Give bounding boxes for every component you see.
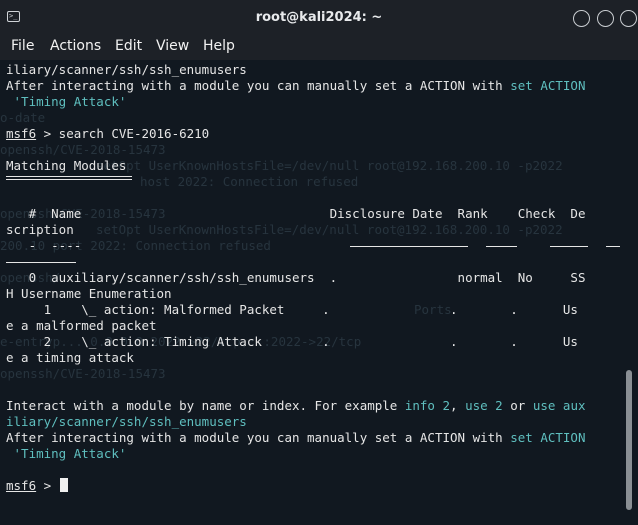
prompt-label: msf6: [6, 478, 37, 493]
menu-file[interactable]: File: [11, 38, 34, 54]
text-cursor: [59, 478, 68, 492]
table-row: 0 auxiliary/scanner/ssh/ssh_enumusers . …: [6, 270, 586, 285]
table-row: 1 \_ action: Malformed Packet . . . Us: [6, 302, 578, 317]
ghost-line: o-date: [0, 110, 46, 125]
column-underline: [606, 246, 620, 247]
output-line: After interacting with a module you can …: [6, 78, 586, 93]
ghost-line: setOpt UserKnownHostsFile=/dev/null root…: [96, 222, 563, 237]
prompt-label: msf6: [6, 126, 37, 141]
minimize-button[interactable]: [573, 10, 590, 27]
table-row-wrap: e a timing attack: [6, 350, 134, 365]
command-prompt[interactable]: msf6 >: [6, 478, 68, 494]
table-header-dashes: - ----: [6, 238, 82, 253]
scrollbar-thumb[interactable]: [626, 370, 632, 510]
close-button[interactable]: [620, 10, 637, 27]
output-line: After interacting with a module you can …: [6, 430, 586, 445]
maximize-button[interactable]: [597, 10, 614, 27]
menu-bar: File Actions Edit View Help: [0, 36, 638, 60]
menu-edit[interactable]: Edit: [115, 38, 142, 54]
terminal-output[interactable]: o-date openssh/CVE-2018-15473 setOpt Use…: [0, 60, 638, 525]
matching-modules-heading: Matching Modules: [6, 158, 127, 173]
ghost-line: setOpt UserKnownHostsFile=/dev/null root…: [96, 158, 563, 173]
column-underline: [486, 246, 517, 247]
output-line: iliary/scanner/ssh/ssh_enumusers: [6, 414, 247, 429]
terminal-window: >_ root@kali2024: ~ File Actions Edit Vi…: [0, 0, 638, 525]
table-row: 2 \_ action: Timing Attack . . . Us: [6, 334, 578, 349]
window-title: root@kali2024: ~: [255, 10, 383, 25]
output-line: Interact with a module by name or index.…: [6, 398, 586, 413]
ghost-line: host 2022: Connection refused: [140, 174, 359, 189]
command-line: msf6 > search CVE-2016-6210: [6, 126, 210, 141]
column-underline: [550, 246, 588, 247]
menu-actions[interactable]: Actions: [50, 38, 101, 54]
column-underline: [350, 246, 468, 247]
output-line: iliary/scanner/ssh/ssh_enumusers: [6, 62, 247, 77]
table-header-wrap: scription: [6, 222, 74, 237]
menu-view[interactable]: View: [156, 38, 189, 54]
table-row-wrap: H Username Enumeration: [6, 286, 172, 301]
table-header: # Name Disclosure Date Rank Check De: [6, 206, 586, 221]
title-bar[interactable]: >_ root@kali2024: ~: [0, 0, 638, 36]
heading-underline: [6, 176, 132, 177]
output-line: 'Timing Attack': [6, 94, 127, 109]
output-line: 'Timing Attack': [6, 446, 127, 461]
menu-help[interactable]: Help: [203, 38, 235, 54]
column-underline: [6, 262, 76, 263]
ghost-line: openssh/CVE-2018-15473: [0, 366, 166, 381]
heading-underline: [6, 179, 132, 180]
ghost-line: openssh/CVE-2018-15473: [0, 142, 166, 157]
table-row-wrap: e a malformed packet: [6, 318, 157, 333]
